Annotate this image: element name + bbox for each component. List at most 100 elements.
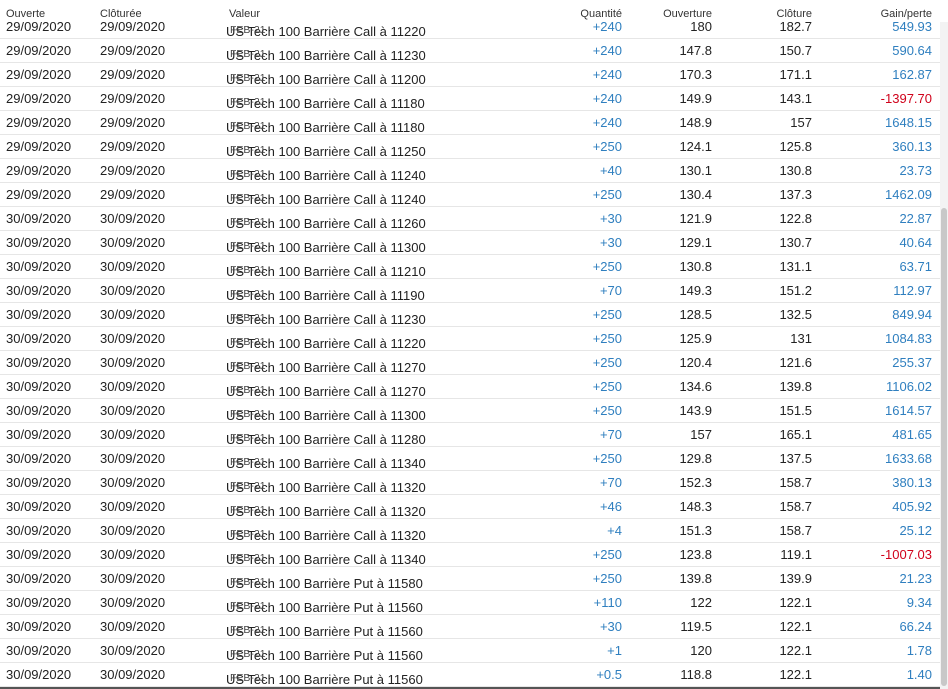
instrument-expiry: FEB-21 xyxy=(230,120,266,132)
cell-open-price: 124.1 xyxy=(679,139,712,154)
table-row[interactable]: 30/09/2020 30/09/2020 +0.5 118.8 122.1 1.40 US… xyxy=(0,662,940,687)
col-header-value[interactable]: Valeur xyxy=(229,8,260,20)
cell-quantity: +70 xyxy=(599,427,622,442)
cell-close-price: 158.7 xyxy=(779,475,812,490)
cell-open-date: 30/09/2020 xyxy=(6,619,72,634)
table-row[interactable]: 29/09/2020 29/09/2020 +240 147.8 150.7 590.64… xyxy=(0,38,940,63)
cell-close-date: 30/09/2020 xyxy=(100,307,166,322)
cell-close-price: 158.7 xyxy=(779,499,812,514)
cell-gain: 112.97 xyxy=(893,283,932,298)
cell-close-date: 30/09/2020 xyxy=(100,643,166,658)
instrument-expiry: FEB-21 xyxy=(230,552,266,564)
col-header-close-price[interactable]: Clôture xyxy=(777,8,812,20)
cell-open-price: 130.1 xyxy=(679,163,712,178)
table-row[interactable]: 30/09/2020 30/09/2020 +250 130.8 131.1 63.71 U… xyxy=(0,254,940,279)
col-header-open-price[interactable]: Ouverture xyxy=(663,8,712,20)
instrument-expiry: FEB-21 xyxy=(230,600,266,612)
col-header-gain[interactable]: Gain/perte xyxy=(881,8,932,20)
table-row[interactable]: 29/09/2020 29/09/2020 +240 170.3 171.1 162.87… xyxy=(0,62,940,87)
table-row[interactable]: 30/09/2020 30/09/2020 +250 129.8 137.5 1633.6… xyxy=(0,446,940,471)
cell-gain: 1084.83 xyxy=(885,331,932,346)
cell-close-date: 29/09/2020 xyxy=(100,139,166,154)
cell-quantity: +250 xyxy=(592,139,622,154)
cell-close-date: 30/09/2020 xyxy=(100,451,166,466)
cell-gain: 63.71 xyxy=(899,259,932,274)
cell-open-price: 130.8 xyxy=(679,259,712,274)
table-row[interactable]: 29/09/2020 29/09/2020 +240 149.9 143.1 -1397.… xyxy=(0,86,940,111)
cell-open-price: 139.8 xyxy=(679,571,712,586)
instrument-expiry: FEB-21 xyxy=(230,408,266,420)
table-row[interactable]: 30/09/2020 30/09/2020 +70 157 165.1 481.65 US … xyxy=(0,422,940,447)
col-header-quantity[interactable]: Quantité xyxy=(580,8,622,20)
cell-open-date: 30/09/2020 xyxy=(6,211,72,226)
table-row[interactable]: 30/09/2020 30/09/2020 +1 120 122.1 1.78 US Tec… xyxy=(0,638,940,663)
cell-quantity: +4 xyxy=(607,523,622,538)
cell-gain: 1633.68 xyxy=(885,451,932,466)
table-header: Ouverte Clôturée Valeur Quantité Ouvertu… xyxy=(0,0,948,22)
cell-close-date: 30/09/2020 xyxy=(100,331,166,346)
table-row[interactable]: 30/09/2020 30/09/2020 +70 149.3 151.2 112.97 U… xyxy=(0,278,940,303)
cell-open-price: 125.9 xyxy=(679,331,712,346)
table-row[interactable]: 30/09/2020 30/09/2020 +110 122 122.1 9.34 US T… xyxy=(0,590,940,615)
cell-gain: 590.64 xyxy=(892,43,932,58)
table-row[interactable]: 30/09/2020 30/09/2020 +46 148.3 158.7 405.92 U… xyxy=(0,494,940,519)
table-row[interactable]: 30/09/2020 30/09/2020 +250 120.4 121.6 255.37… xyxy=(0,350,940,375)
table-row[interactable]: 30/09/2020 30/09/2020 +250 143.9 151.5 1614.5… xyxy=(0,398,940,423)
cell-close-date: 30/09/2020 xyxy=(100,595,166,610)
cell-close-price: 158.7 xyxy=(779,523,812,538)
cell-gain: 1648.15 xyxy=(885,115,932,130)
instrument-expiry: FEB-21 xyxy=(230,312,266,324)
instrument-expiry: FEB-21 xyxy=(230,24,266,36)
cell-gain: 25.12 xyxy=(899,523,932,538)
instrument-expiry: FEB-21 xyxy=(230,216,266,228)
table-row[interactable]: 30/09/2020 30/09/2020 +250 125.9 131 1084.83 U… xyxy=(0,326,940,351)
table-row[interactable]: 29/09/2020 29/09/2020 +250 130.4 137.3 1462.0… xyxy=(0,182,940,207)
table-row[interactable]: 30/09/2020 30/09/2020 +30 119.5 122.1 66.24 US… xyxy=(0,614,940,639)
cell-quantity: +110 xyxy=(593,595,622,610)
table-row[interactable]: 30/09/2020 30/09/2020 +70 152.3 158.7 380.13 U… xyxy=(0,470,940,495)
cell-open-date: 29/09/2020 xyxy=(6,43,72,58)
cell-quantity: +250 xyxy=(592,403,622,418)
table-row[interactable]: 30/09/2020 30/09/2020 +250 139.8 139.9 21.23 U… xyxy=(0,566,940,591)
cell-open-price: 148.9 xyxy=(679,115,712,130)
col-header-open-date[interactable]: Ouverte xyxy=(6,8,45,20)
cell-open-price: 151.3 xyxy=(679,523,712,538)
cell-open-price: 123.8 xyxy=(679,547,712,562)
col-header-close-date[interactable]: Clôturée xyxy=(100,8,142,20)
instrument-expiry: FEB-21 xyxy=(230,528,266,540)
scrollbar-thumb[interactable] xyxy=(941,208,947,686)
scrollbar[interactable] xyxy=(940,0,948,689)
cell-quantity: +40 xyxy=(599,163,622,178)
table-row[interactable]: 30/09/2020 30/09/2020 +250 134.6 139.8 1106.0… xyxy=(0,374,940,399)
cell-quantity: +250 xyxy=(592,547,622,562)
cell-close-date: 30/09/2020 xyxy=(100,475,166,490)
cell-quantity: +250 xyxy=(592,571,622,586)
cell-close-price: 171.1 xyxy=(779,67,812,82)
cell-open-date: 30/09/2020 xyxy=(6,571,72,586)
cell-open-price: 122 xyxy=(690,595,712,610)
cell-close-price: 121.6 xyxy=(779,355,812,370)
cell-close-price: 157 xyxy=(790,115,812,130)
table-row[interactable]: 29/09/2020 29/09/2020 +250 124.1 125.8 360.13… xyxy=(0,134,940,159)
table-row[interactable]: 30/09/2020 30/09/2020 +4 151.3 158.7 25.12 US … xyxy=(0,518,940,543)
cell-open-price: 149.9 xyxy=(679,91,712,106)
cell-close-price: 122.1 xyxy=(779,667,812,682)
cell-open-price: 157 xyxy=(690,427,712,442)
cell-close-date: 30/09/2020 xyxy=(100,571,166,586)
cell-gain: 380.13 xyxy=(892,475,932,490)
cell-gain: 849.94 xyxy=(892,307,932,322)
cell-gain: 1.40 xyxy=(906,667,932,682)
table-row[interactable]: 30/09/2020 30/09/2020 +30 121.9 122.8 22.87 US… xyxy=(0,206,940,231)
table-row[interactable]: 29/09/2020 29/09/2020 +240 148.9 157 1648.15 U… xyxy=(0,110,940,135)
cell-gain: 360.13 xyxy=(892,139,932,154)
table-row[interactable]: 30/09/2020 30/09/2020 +30 129.1 130.7 40.64 US… xyxy=(0,230,940,255)
table-row[interactable]: 30/09/2020 30/09/2020 +250 123.8 119.1 -1007.… xyxy=(0,542,940,567)
instrument-expiry: FEB-21 xyxy=(230,168,266,180)
cell-open-date: 30/09/2020 xyxy=(6,235,72,250)
instrument-expiry: FEB-21 xyxy=(230,672,266,684)
cell-quantity: +250 xyxy=(592,379,622,394)
cell-gain: 1614.57 xyxy=(885,403,932,418)
cell-gain: 255.37 xyxy=(892,355,932,370)
table-row[interactable]: 29/09/2020 29/09/2020 +40 130.1 130.8 23.73 US… xyxy=(0,158,940,183)
table-row[interactable]: 30/09/2020 30/09/2020 +250 128.5 132.5 849.94… xyxy=(0,302,940,327)
